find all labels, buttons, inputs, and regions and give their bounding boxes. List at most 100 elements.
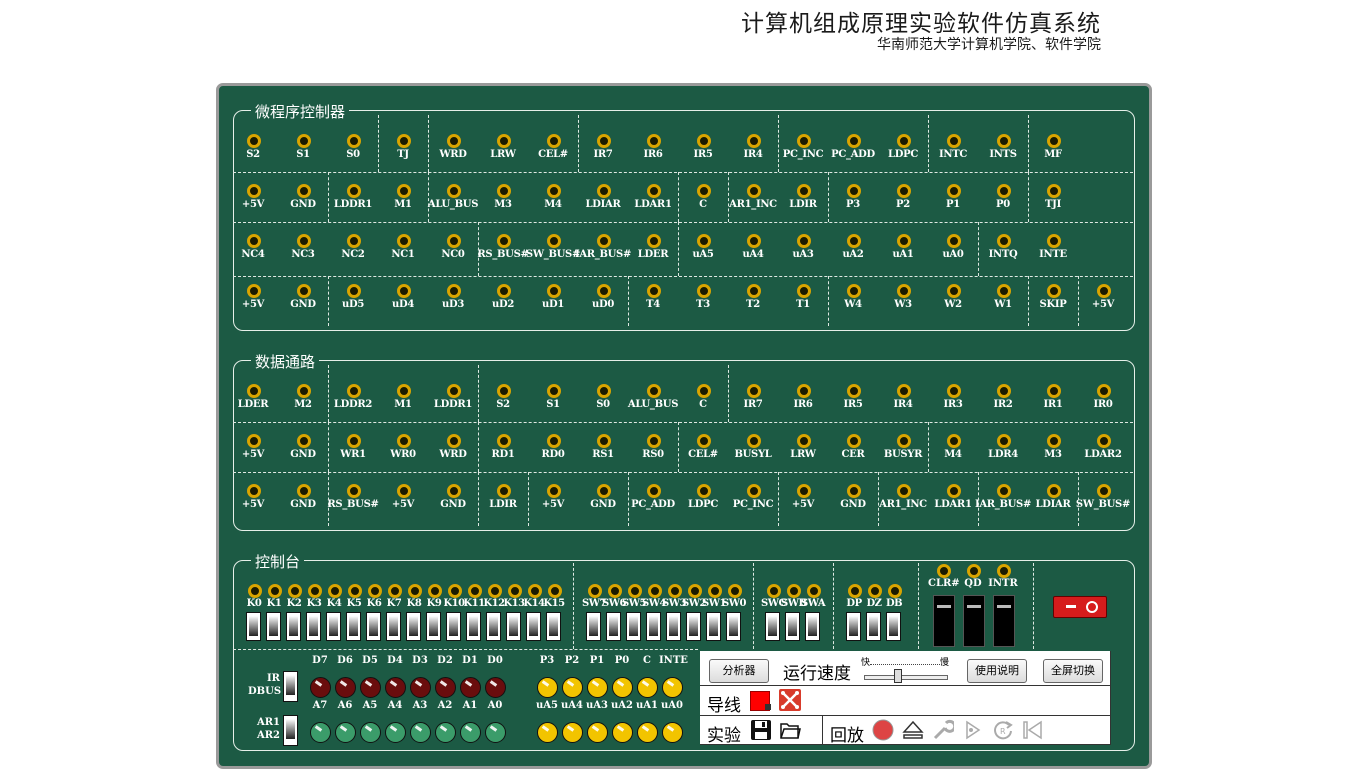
pin-socket-icon[interactable] bbox=[347, 434, 361, 448]
reset-icon[interactable]: R bbox=[992, 719, 1014, 741]
record-icon[interactable] bbox=[872, 719, 894, 741]
pin-socket-icon[interactable] bbox=[647, 134, 661, 148]
toggle-switch-k2[interactable] bbox=[286, 612, 301, 641]
pin-socket-icon[interactable] bbox=[547, 434, 561, 448]
switch-pin-icon[interactable] bbox=[528, 584, 542, 598]
toggle-switch-k7[interactable] bbox=[386, 612, 401, 641]
switch-pin-icon[interactable] bbox=[868, 584, 882, 598]
pin-socket-icon[interactable] bbox=[647, 284, 661, 298]
pin-socket-icon[interactable] bbox=[897, 384, 911, 398]
toggle-switch-k12[interactable] bbox=[486, 612, 501, 641]
pin-socket-icon[interactable] bbox=[297, 234, 311, 248]
pushbutton-qd[interactable] bbox=[963, 595, 985, 647]
switch-pin-icon[interactable] bbox=[888, 584, 902, 598]
pin-socket-icon[interactable] bbox=[1047, 134, 1061, 148]
pin-socket-icon[interactable] bbox=[697, 284, 711, 298]
pin-socket-icon[interactable] bbox=[397, 484, 411, 498]
switch-pin-icon[interactable] bbox=[807, 584, 821, 598]
pin-socket-icon[interactable] bbox=[347, 384, 361, 398]
pin-socket-icon[interactable] bbox=[847, 284, 861, 298]
switch-pin-icon[interactable] bbox=[368, 584, 382, 598]
pin-socket-icon[interactable] bbox=[597, 384, 611, 398]
eject-icon[interactable] bbox=[902, 719, 924, 741]
pin-socket-icon[interactable] bbox=[447, 184, 461, 198]
pin-socket-icon[interactable] bbox=[747, 184, 761, 198]
pin-socket-icon[interactable] bbox=[397, 384, 411, 398]
pin-socket-icon[interactable] bbox=[247, 184, 261, 198]
pin-socket-icon[interactable] bbox=[297, 284, 311, 298]
toggle-switch-sw2[interactable] bbox=[686, 612, 701, 641]
pin-socket-icon[interactable] bbox=[497, 184, 511, 198]
pin-socket-icon[interactable] bbox=[847, 184, 861, 198]
pin-socket-icon[interactable] bbox=[247, 234, 261, 248]
ir-dbus-switch[interactable] bbox=[283, 671, 298, 702]
toggle-switch-k3[interactable] bbox=[306, 612, 321, 641]
pin-socket-icon[interactable] bbox=[797, 484, 811, 498]
pin-socket-icon[interactable] bbox=[847, 384, 861, 398]
pin-socket-icon[interactable] bbox=[997, 284, 1011, 298]
pin-socket-icon[interactable] bbox=[547, 184, 561, 198]
rewind-icon[interactable] bbox=[1022, 719, 1044, 741]
pin-socket-icon[interactable] bbox=[997, 184, 1011, 198]
pin-socket-icon[interactable] bbox=[1047, 184, 1061, 198]
pin-socket-icon[interactable] bbox=[447, 134, 461, 148]
switch-pin-icon[interactable] bbox=[767, 584, 781, 598]
pin-p5v[interactable]: +5V bbox=[1073, 283, 1133, 317]
pin-socket-icon[interactable] bbox=[747, 234, 761, 248]
switch-pin-icon[interactable] bbox=[668, 584, 682, 598]
pin-socket-icon[interactable] bbox=[997, 434, 1011, 448]
pin-socket-icon[interactable] bbox=[947, 384, 961, 398]
pin-socket-icon[interactable] bbox=[497, 134, 511, 148]
pin-socket-icon[interactable] bbox=[897, 484, 911, 498]
pin-socket-icon[interactable] bbox=[847, 434, 861, 448]
pin-socket-icon[interactable] bbox=[247, 284, 261, 298]
pin-socket-icon[interactable] bbox=[347, 234, 361, 248]
pin-socket-icon[interactable] bbox=[947, 234, 961, 248]
pin-socket-icon[interactable] bbox=[397, 434, 411, 448]
pin-socket-icon[interactable] bbox=[947, 434, 961, 448]
switch-pin-icon[interactable] bbox=[248, 584, 262, 598]
pin-socket-icon[interactable] bbox=[897, 234, 911, 248]
toggle-switch-k10[interactable] bbox=[446, 612, 461, 641]
toggle-switch-sw7[interactable] bbox=[586, 612, 601, 641]
pin-socket-icon[interactable] bbox=[497, 284, 511, 298]
toggle-switch-sw3[interactable] bbox=[666, 612, 681, 641]
pushbutton-clrn[interactable] bbox=[933, 595, 955, 647]
toggle-switch-k4[interactable] bbox=[326, 612, 341, 641]
pin-socket-icon[interactable] bbox=[1047, 384, 1061, 398]
toggle-switch-k15[interactable] bbox=[546, 612, 561, 641]
pin-ldar2[interactable]: LDAR2 bbox=[1073, 433, 1133, 467]
save-icon[interactable] bbox=[750, 719, 772, 741]
switch-pin-icon[interactable] bbox=[348, 584, 362, 598]
power-switch[interactable] bbox=[1053, 596, 1107, 618]
pin-socket-icon[interactable] bbox=[1047, 434, 1061, 448]
button-pin-icon[interactable] bbox=[967, 564, 981, 578]
button-pin-icon[interactable] bbox=[997, 564, 1011, 578]
toggle-switch-sw1[interactable] bbox=[706, 612, 721, 641]
button-pin-icon[interactable] bbox=[937, 564, 951, 578]
toggle-switch-db[interactable] bbox=[886, 612, 901, 641]
pin-socket-icon[interactable] bbox=[697, 484, 711, 498]
analyzer-button[interactable]: 分析器 bbox=[709, 659, 769, 683]
switch-pin-icon[interactable] bbox=[408, 584, 422, 598]
ar1-ar2-switch[interactable] bbox=[283, 715, 298, 746]
pin-socket-icon[interactable] bbox=[247, 484, 261, 498]
pin-socket-icon[interactable] bbox=[497, 484, 511, 498]
pin-socket-icon[interactable] bbox=[797, 434, 811, 448]
pin-socket-icon[interactable] bbox=[647, 234, 661, 248]
pin-socket-icon[interactable] bbox=[947, 484, 961, 498]
pin-socket-icon[interactable] bbox=[347, 134, 361, 148]
toggle-switch-swa[interactable] bbox=[805, 612, 820, 641]
pin-socket-icon[interactable] bbox=[597, 284, 611, 298]
toggle-switch-k9[interactable] bbox=[426, 612, 441, 641]
switch-pin-icon[interactable] bbox=[488, 584, 502, 598]
pin-socket-icon[interactable] bbox=[447, 234, 461, 248]
switch-pin-icon[interactable] bbox=[628, 584, 642, 598]
pin-inte[interactable]: INTE bbox=[1023, 233, 1083, 267]
pin-socket-icon[interactable] bbox=[1047, 284, 1061, 298]
pin-socket-icon[interactable] bbox=[697, 134, 711, 148]
pin-socket-icon[interactable] bbox=[597, 184, 611, 198]
help-button[interactable]: 使用说明 bbox=[967, 659, 1027, 683]
pin-socket-icon[interactable] bbox=[347, 284, 361, 298]
pin-socket-icon[interactable] bbox=[847, 134, 861, 148]
